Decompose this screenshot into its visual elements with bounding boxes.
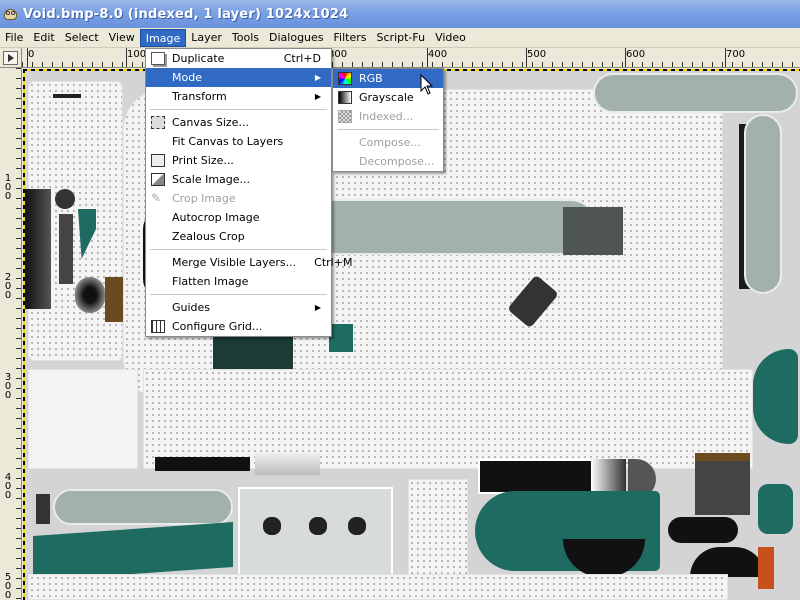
menu-item-transform[interactable]: Transform ▶ <box>146 87 331 106</box>
menu-item-duplicate[interactable]: Duplicate Ctrl+D <box>146 49 331 68</box>
print-size-icon <box>151 154 165 167</box>
menu-select[interactable]: Select <box>60 29 104 47</box>
menu-bar: File Edit Select View Image Layer Tools … <box>0 28 800 48</box>
ruler-label: 200 <box>4 272 12 301</box>
menu-separator <box>150 249 327 250</box>
canvas-size-icon <box>151 116 165 129</box>
gimp-app-icon[interactable] <box>3 6 19 22</box>
ruler-label: 100 <box>127 49 147 60</box>
quick-mask-menu-button[interactable] <box>3 51 18 65</box>
ruler-label: 100 <box>4 173 12 202</box>
menu-item-guides[interactable]: Guides ▶ <box>146 298 331 317</box>
menu-separator <box>337 129 439 130</box>
menu-layer[interactable]: Layer <box>186 29 227 47</box>
ruler-corner <box>0 48 22 68</box>
submenu-arrow-icon: ▶ <box>314 92 321 101</box>
submenu-arrow-icon: ▶ <box>314 73 321 82</box>
ruler-label: 300 <box>4 372 12 401</box>
ruler-label: 700 <box>726 49 746 60</box>
menu-edit[interactable]: Edit <box>28 29 59 47</box>
menu-item-flatten-image[interactable]: Flatten Image <box>146 272 331 291</box>
menu-filters[interactable]: Filters <box>329 29 372 47</box>
grayscale-icon <box>338 91 352 104</box>
menu-item-merge-visible[interactable]: Merge Visible Layers... Ctrl+M <box>146 253 352 272</box>
horizontal-ruler[interactable]: 0 100 200 300 400 500 600 700 <box>22 48 800 68</box>
ruler-label: 500 <box>4 572 12 600</box>
ruler-label: 0 <box>28 49 35 60</box>
menu-item-print-size[interactable]: Print Size... <box>146 151 331 170</box>
crop-icon: ✎ <box>151 191 162 205</box>
menu-item-indexed[interactable]: Indexed... <box>333 107 443 126</box>
menu-item-canvas-size[interactable]: Canvas Size... <box>146 113 331 132</box>
title-bar: Void.bmp-8.0 (indexed, 1 layer) 1024x102… <box>0 0 800 28</box>
menu-separator <box>150 294 327 295</box>
ruler-label: 400 <box>4 472 12 501</box>
ruler-label: 600 <box>626 49 646 60</box>
menu-item-crop-image[interactable]: ✎ Crop Image <box>146 189 331 208</box>
mouse-cursor-icon <box>420 74 434 95</box>
ruler-label: 500 <box>527 49 547 60</box>
indexed-icon <box>338 110 352 123</box>
menu-dialogues[interactable]: Dialogues <box>264 29 329 47</box>
menu-item-compose[interactable]: Compose... <box>333 133 443 152</box>
menu-image[interactable]: Image <box>139 28 187 47</box>
menu-script-fu[interactable]: Script-Fu <box>372 29 431 47</box>
menu-tools[interactable]: Tools <box>227 29 264 47</box>
menu-item-fit-canvas[interactable]: Fit Canvas to Layers <box>146 132 331 151</box>
window-title: Void.bmp-8.0 (indexed, 1 layer) 1024x102… <box>23 6 349 22</box>
menu-item-zealous-crop[interactable]: Zealous Crop <box>146 227 331 246</box>
menu-video[interactable]: Video <box>430 29 471 47</box>
grid-icon <box>151 320 165 333</box>
ruler-label: 400 <box>428 49 448 60</box>
layer-boundary <box>23 69 25 600</box>
menu-item-configure-grid[interactable]: Configure Grid... <box>146 317 331 336</box>
menu-item-scale-image[interactable]: Scale Image... <box>146 170 331 189</box>
menu-item-decompose[interactable]: Decompose... <box>333 152 443 171</box>
image-menu: Duplicate Ctrl+D Mode ▶ Transform ▶ Canv… <box>145 48 352 337</box>
scale-image-icon <box>151 173 165 186</box>
menu-view[interactable]: View <box>104 29 140 47</box>
vertical-ruler[interactable]: 100 200 300 400 500 <box>0 68 22 600</box>
rgb-icon <box>338 72 352 85</box>
menu-file[interactable]: File <box>0 29 28 47</box>
menu-item-autocrop[interactable]: Autocrop Image <box>146 208 331 227</box>
menu-item-mode[interactable]: Mode ▶ <box>146 68 331 87</box>
menu-separator <box>150 109 327 110</box>
duplicate-icon <box>151 52 165 65</box>
submenu-arrow-icon: ▶ <box>314 303 321 312</box>
